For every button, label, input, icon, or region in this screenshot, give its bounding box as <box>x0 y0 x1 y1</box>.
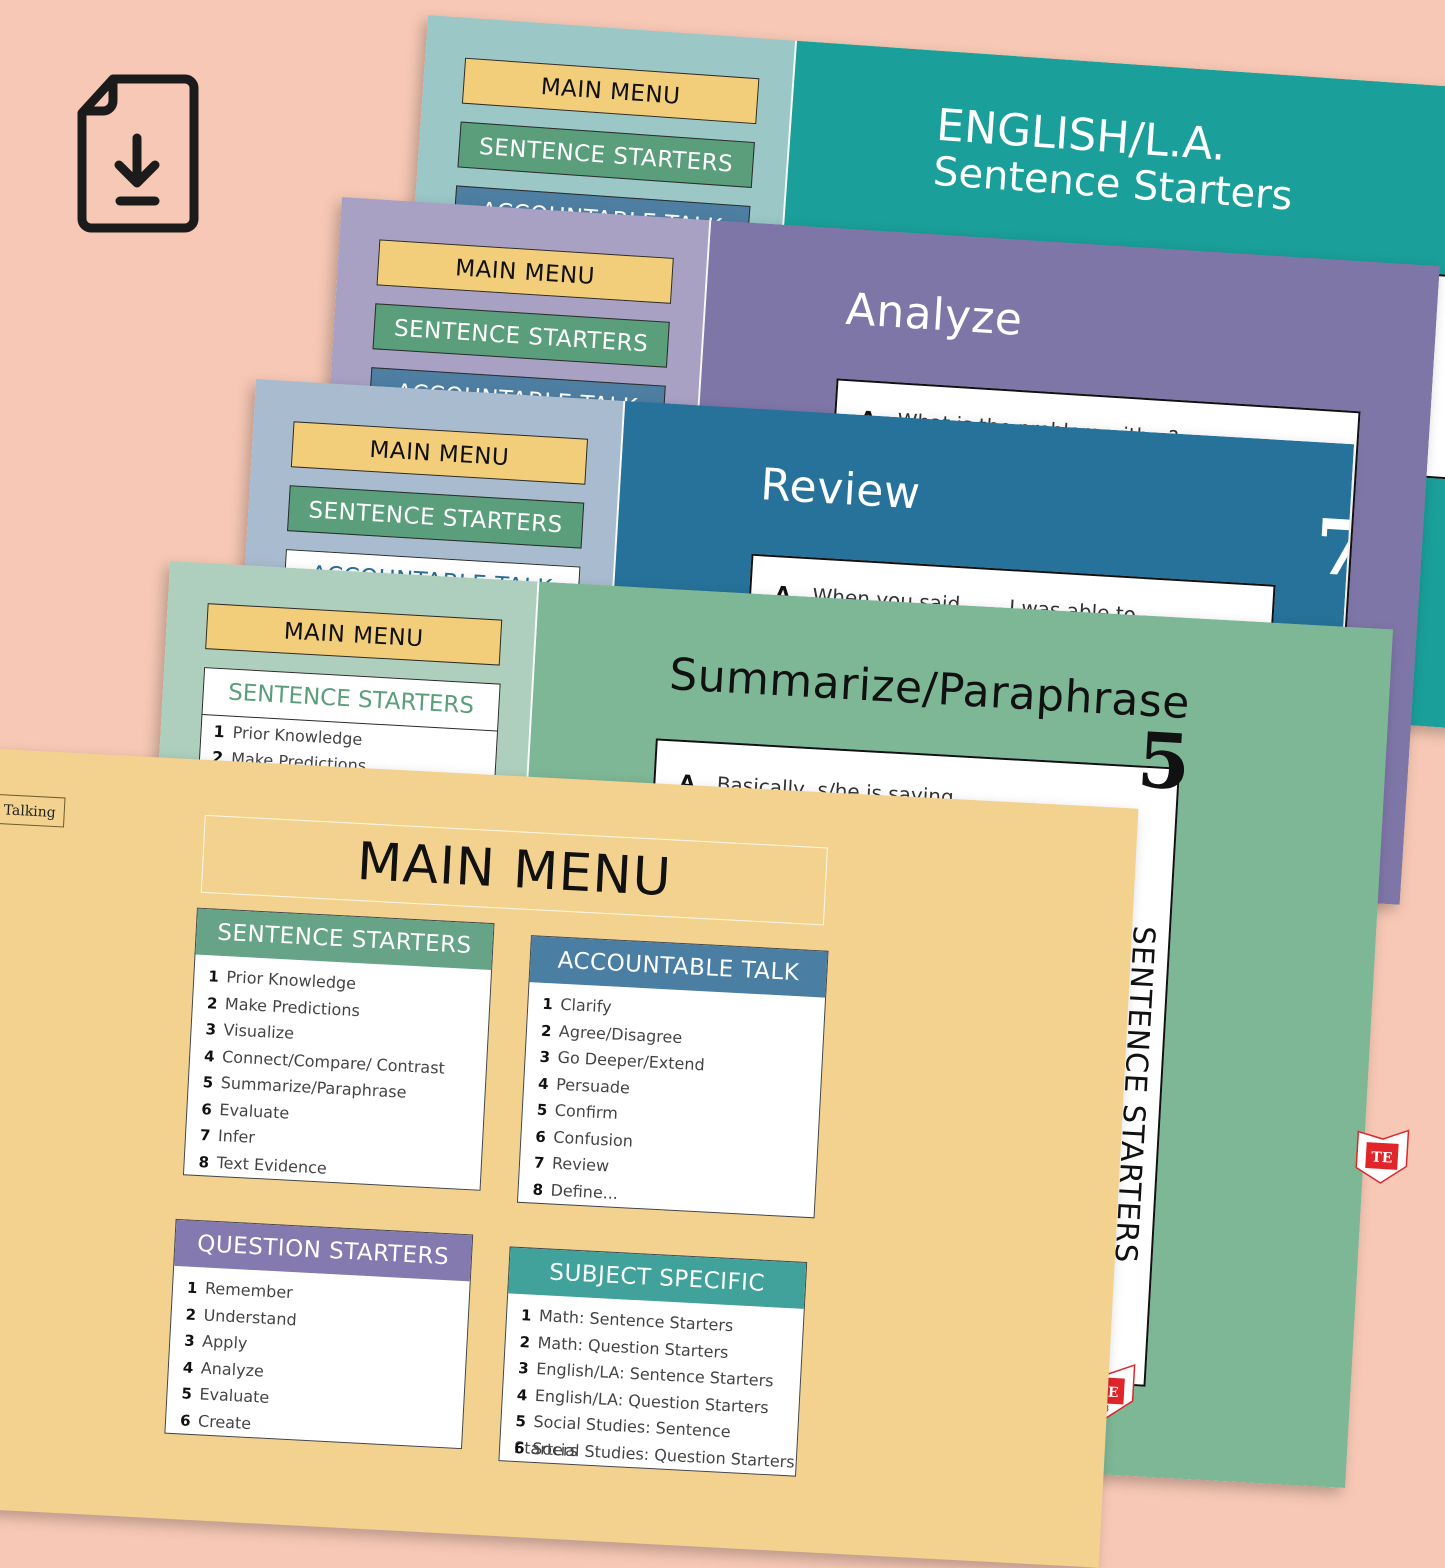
item-label: Persuade <box>555 1074 631 1097</box>
item-label: Confirm <box>554 1100 619 1123</box>
item-number: 1 <box>520 1306 532 1325</box>
item-label: Agree/Disagree <box>558 1021 683 1047</box>
item-number: 3 <box>539 1047 551 1067</box>
item-label: Visualize <box>223 1020 295 1043</box>
item-number: 3 <box>517 1359 530 1378</box>
slide-number: 5 <box>1135 715 1193 808</box>
slide-title: Summarize/Paraphrase <box>668 649 1192 730</box>
main-menu-button[interactable]: MAIN MENU <box>205 603 503 666</box>
item-label: Infer <box>217 1126 256 1147</box>
item-number: 8 <box>198 1152 210 1172</box>
item-number: 6 <box>200 1099 213 1119</box>
item-number: 7 <box>199 1126 211 1145</box>
main-menu-button[interactable]: MAIN MENU <box>461 57 760 125</box>
card-sentence-starters: SENTENCE STARTERS 1 Prior Knowledge 2 Make… <box>182 907 495 1191</box>
slide-title: Review <box>759 459 922 520</box>
card-list: 1 Clarify 2 Agree/Disagree 3 Go Deeper/Exte… <box>518 982 825 1217</box>
main-menu-button[interactable]: MAIN MENU <box>290 421 589 485</box>
item-label: Go Deeper/Extend <box>557 1047 706 1075</box>
item-number: 6 <box>534 1127 547 1146</box>
sentence-starters-button[interactable]: SENTENCE STARTERS <box>372 303 670 368</box>
card-list: 1 Prior Knowledge 2 Make Predictions 3 Visu… <box>184 955 491 1190</box>
sentence-starters-button[interactable]: SENTENCE STARTERS <box>457 121 755 189</box>
item-label: Confusion <box>552 1127 634 1151</box>
item-label: Evaluate <box>218 1099 290 1123</box>
item-label: Create <box>197 1410 252 1433</box>
item-number: 1 <box>186 1278 198 1298</box>
item-label: Prior Knowledge <box>225 967 357 993</box>
menu-title: MAIN MENU <box>200 814 828 926</box>
slide-title: Analyze <box>844 283 1025 346</box>
main-menu-button[interactable]: MAIN MENU <box>376 239 674 304</box>
item-label: Apply <box>201 1331 248 1353</box>
item-number: 2 <box>519 1332 531 1352</box>
item-number: 1 <box>207 967 220 986</box>
card-list: 1 Remember 2 Understand 3 Apply 4 Analyze 5E… <box>165 1266 469 1448</box>
item-label: Define... <box>550 1179 619 1203</box>
brand-label: art Talking <box>0 791 66 828</box>
item-number: 5 <box>181 1384 193 1403</box>
card-accountable-talk: ACCOUNTABLE TALK 1 Clarify 2 Agree/Disagre… <box>516 935 829 1219</box>
item-number: 4 <box>203 1046 216 1066</box>
card-subject-specific: SUBJECT SPECIFIC 1 Math: Sentence Starter… <box>498 1246 808 1477</box>
item-label: Review <box>551 1153 610 1176</box>
item-number: 6 <box>513 1438 526 1457</box>
item-label: Evaluate <box>199 1384 270 1408</box>
item-number: 7 <box>533 1153 545 1173</box>
item-number: 2 <box>540 1021 552 1040</box>
item-label: Make Predictions <box>224 993 361 1020</box>
item-label: Remember <box>204 1278 294 1303</box>
item-number: 1 <box>541 994 554 1014</box>
item-number: 4 <box>537 1074 550 1093</box>
item-number: 4 <box>182 1357 194 1377</box>
item-label: Analyze <box>200 1357 265 1381</box>
card-question-starters: QUESTION STARTERS 1 Remember 2 Understand … <box>164 1218 474 1450</box>
item-number: 6 <box>179 1410 192 1430</box>
item-number: 4 <box>516 1385 528 1405</box>
item-number: 2 <box>206 993 218 1013</box>
item-label: Clarify <box>559 994 613 1017</box>
item-label: Text Evidence <box>216 1152 328 1178</box>
te-logo-icon: TE <box>1355 1129 1410 1184</box>
file-download-icon[interactable] <box>75 73 199 237</box>
item-label: Summarize/Paraphrase <box>220 1073 407 1102</box>
sentence-starters-button[interactable]: SENTENCE STARTERS <box>287 485 585 549</box>
item-number: 8 <box>532 1180 544 1199</box>
card-list: 1 Math: Sentence Starters 2 Math: Question… <box>499 1293 803 1475</box>
item-number: 3 <box>183 1331 196 1351</box>
item-number: 5 <box>536 1100 548 1120</box>
item-number: 1 <box>213 721 226 742</box>
item-label: Prior Knowledge <box>232 722 363 749</box>
item-number: 3 <box>205 1020 217 1039</box>
item-label: Understand <box>203 1304 298 1329</box>
item-number: 2 <box>185 1305 197 1324</box>
badge-text: TE <box>1371 1149 1393 1166</box>
item-number: 5 <box>202 1073 214 1092</box>
item-number: 5 <box>515 1411 527 1431</box>
